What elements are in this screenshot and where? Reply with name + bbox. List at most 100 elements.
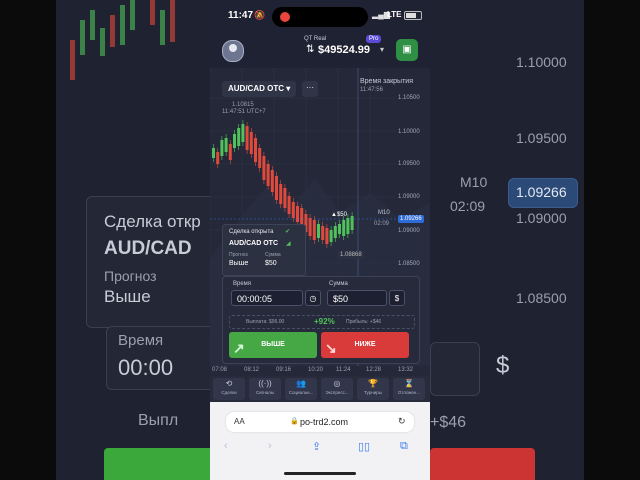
url-text: po-trd2.com xyxy=(300,417,349,427)
price-tick-5: 1.09000 xyxy=(398,228,420,234)
pending-icon: ⌛ xyxy=(404,379,414,388)
account-balance[interactable]: $49524.99 xyxy=(318,44,370,56)
candle xyxy=(233,134,236,148)
price-tick-2: 1.10000 xyxy=(398,129,420,135)
reader-settings-button[interactable]: AA xyxy=(234,417,245,426)
nav-label: Экспресс... xyxy=(325,390,349,395)
background-price-4: 1.09000 xyxy=(516,210,567,226)
background-forecast-value: Выше xyxy=(104,287,151,306)
recording-indicator-icon xyxy=(280,12,290,22)
candle xyxy=(283,188,287,208)
back-icon[interactable]: ‹ xyxy=(224,440,228,452)
candle xyxy=(220,140,224,156)
nav-item-social[interactable]: 👥 Социальн... xyxy=(285,378,317,400)
buy-higher-button[interactable]: ↗ ВЫШЕ xyxy=(229,332,317,358)
time-input[interactable]: 00:00:05 xyxy=(231,290,303,306)
price-chart[interactable]: AUD/CAD OTC ▾ ··· Время закрытия 11:47:5… xyxy=(210,68,430,366)
account-switch-icon[interactable]: ⇅ xyxy=(306,44,314,55)
candle xyxy=(308,218,312,236)
candle xyxy=(329,230,333,242)
share-icon[interactable]: ⇪ xyxy=(312,440,321,453)
browser-chrome: AA 🔒 po-trd2.com ↻ ‹ › ⇪ ▯▯ ⧉ xyxy=(210,402,430,480)
nav-item-trades[interactable]: ⟲ Сделки xyxy=(213,378,245,400)
candle xyxy=(312,220,316,240)
more-options-button[interactable]: ··· xyxy=(302,81,318,97)
candle xyxy=(216,152,220,164)
account-type-label[interactable]: QT Real xyxy=(304,36,326,42)
background-right-blur: 1.10000 1.09500 M10 02:09 1.09266 1.0900… xyxy=(430,0,584,480)
candle xyxy=(338,224,341,234)
background-sell-button xyxy=(430,448,535,480)
app-header: QT Real Pro ⇅ $49524.99 ▾ ▣ xyxy=(210,32,430,68)
candle xyxy=(212,148,215,158)
crosshair-info: 1.10815 11:47:51 UTC+7 xyxy=(222,102,266,116)
trade-marker-amount: $50 xyxy=(336,212,347,218)
candle xyxy=(325,228,329,244)
crosshair-timezone: UTC+7 xyxy=(246,109,266,115)
profit-amount: Прибыль: +$46 xyxy=(346,319,382,325)
status-bar: 11:47 🔕 ▂▄▆ LTE xyxy=(210,0,430,32)
candle xyxy=(346,218,350,234)
chevron-down-icon: ▾ xyxy=(286,84,291,93)
tabs-icon[interactable]: ⧉ xyxy=(400,440,408,453)
signals-icon: ((·)) xyxy=(258,379,272,388)
bookmarks-icon[interactable]: ▯▯ xyxy=(358,440,370,453)
amount-input[interactable]: $50 xyxy=(327,290,387,306)
wallet-button[interactable]: ▣ xyxy=(396,39,418,61)
nav-item-pending[interactable]: ⌛ Отложен... xyxy=(393,378,425,400)
forward-icon[interactable]: › xyxy=(268,440,272,452)
timeframe-label[interactable]: M10 xyxy=(378,210,390,216)
reload-icon[interactable]: ↻ xyxy=(398,416,406,427)
nav-item-express[interactable]: ◎ Экспресс... xyxy=(321,378,353,400)
candle xyxy=(279,184,283,204)
nav-label: Социальн... xyxy=(288,390,314,395)
currency-button[interactable]: $ xyxy=(389,290,405,306)
deal-amount-value: $50 xyxy=(265,260,277,267)
candle xyxy=(224,138,228,152)
price-tick-3: 1.09500 xyxy=(398,161,420,167)
background-timeframe: M10 xyxy=(460,174,488,190)
payout-amount: Выплата: $96.00 xyxy=(246,319,285,325)
time-tick-6: 12:28 xyxy=(366,367,382,373)
candle xyxy=(237,128,241,146)
candle-countdown: 02:09 xyxy=(374,221,390,227)
order-panel: Время 00:00:05 ◷ Сумма $50 $ Выплата: $9… xyxy=(222,276,420,364)
payout-row: Выплата: $96.00 +92% Прибыль: +$46 xyxy=(229,315,415,329)
crosshair-time-row: 11:47:51 UTC+7 xyxy=(222,109,266,116)
lock-icon: 🔒 xyxy=(290,418,299,425)
battery-icon xyxy=(404,11,422,20)
crosshair-time: 11:47:51 xyxy=(222,109,245,115)
nav-item-signals[interactable]: ((·)) Сигналы xyxy=(249,378,281,400)
close-time-label: Время закрытия xyxy=(360,78,413,85)
letterbox-left xyxy=(0,0,56,480)
deal-pair: AUD/CAD OTC xyxy=(229,240,278,247)
deal-amount-label: Сумма xyxy=(265,252,281,258)
trend-up-icon: ◢ xyxy=(286,241,291,247)
express-icon: ◎ xyxy=(333,379,341,388)
deal-title: Сделка открыта xyxy=(229,229,274,235)
candle xyxy=(287,196,291,214)
time-tick-3: 09:16 xyxy=(276,367,292,373)
asset-selector-button[interactable]: AUD/CAD OTC ▾ xyxy=(222,81,297,97)
trade-opened-card: Сделка открыта ✔ AUD/CAD OTC ◢ Прогноз С… xyxy=(222,224,306,276)
candle xyxy=(350,216,354,230)
background-profit: +$46 xyxy=(430,414,467,431)
candle xyxy=(258,148,262,168)
candle xyxy=(275,176,278,200)
arrow-down-right-icon: ↘ xyxy=(325,340,337,356)
background-price-3: 1.09266 xyxy=(516,184,567,200)
phone-screen: 11:47 🔕 ▂▄▆ LTE QT Real Pro ⇅ $49524.99 … xyxy=(210,0,430,480)
candle xyxy=(228,144,232,160)
candle xyxy=(317,224,320,238)
clock-button[interactable]: ◷ xyxy=(305,290,321,306)
sell-lower-button[interactable]: ↘ НИЖЕ xyxy=(321,332,409,358)
background-time-value: 00:00 xyxy=(118,355,174,380)
payout-percent: +92% xyxy=(314,317,335,326)
avatar[interactable] xyxy=(222,40,244,62)
candle xyxy=(342,220,346,236)
background-price-1: 1.10000 xyxy=(516,54,567,70)
buy-label: ВЫШЕ xyxy=(261,341,285,348)
address-bar[interactable]: AA 🔒 po-trd2.com ↻ xyxy=(226,412,414,432)
chevron-down-icon[interactable]: ▾ xyxy=(380,45,384,54)
nav-item-tournaments[interactable]: 🏆 Турниры xyxy=(357,378,389,400)
